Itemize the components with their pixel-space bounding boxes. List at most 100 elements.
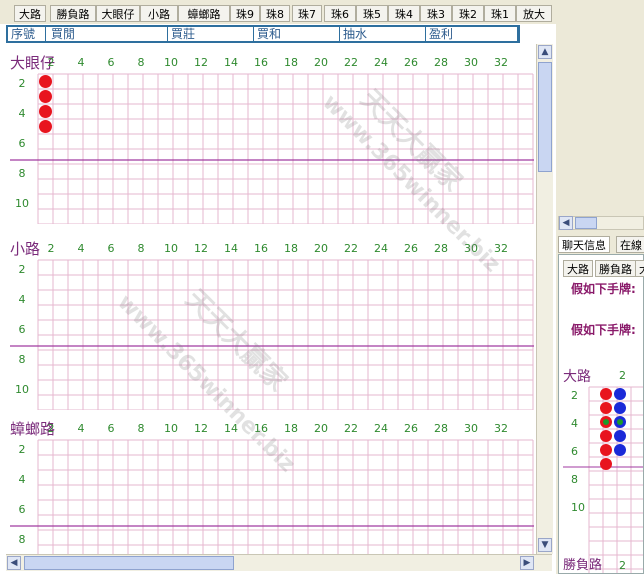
road-tab-8[interactable]: 珠6 xyxy=(324,5,356,22)
road-dot-blue xyxy=(614,430,626,442)
column-number: 18 xyxy=(284,56,298,69)
column-number: 2 xyxy=(48,56,55,69)
road-dot-red xyxy=(600,388,612,400)
column-number: 16 xyxy=(254,56,268,69)
column-number: 10 xyxy=(164,422,178,435)
road-dot-red xyxy=(39,120,52,133)
column-number: 26 xyxy=(404,56,418,69)
road-tab-0[interactable]: 大路 xyxy=(14,5,46,22)
column-number: 12 xyxy=(194,56,208,69)
right-tab-big-road[interactable]: 大路 xyxy=(563,260,593,277)
column-header-0: 序號 xyxy=(8,27,46,41)
road-tab-12[interactable]: 珠2 xyxy=(452,5,484,22)
column-number: 20 xyxy=(314,422,328,435)
row-number: 10 xyxy=(15,197,29,210)
column-number: 30 xyxy=(464,56,478,69)
road-tab-10[interactable]: 珠4 xyxy=(388,5,420,22)
tab-online[interactable]: 在線 xyxy=(616,236,644,253)
column-number: 22 xyxy=(344,242,358,255)
road-tab-9[interactable]: 珠5 xyxy=(356,5,388,22)
scroll-up-icon[interactable]: ▲ xyxy=(538,45,552,59)
row-number: 8 xyxy=(19,167,26,180)
right-hscroll[interactable]: ◀ xyxy=(558,216,644,230)
row-number: 8 xyxy=(19,533,26,546)
road-tab-13[interactable]: 珠1 xyxy=(484,5,516,22)
tie-mark xyxy=(617,419,623,425)
column-number: 12 xyxy=(194,422,208,435)
column-number: 20 xyxy=(314,242,328,255)
column-number: 30 xyxy=(464,422,478,435)
road-tab-bar: 大路 勝負路 大眼仔 小路 蟑螂路 珠9 珠8 珠7 珠6 珠5 珠4 珠3 珠2 珠1 放大 xyxy=(0,0,556,24)
column-number: 24 xyxy=(374,56,388,69)
row-number: 6 xyxy=(19,137,26,150)
row-number: 6 xyxy=(571,445,578,458)
column-number: 8 xyxy=(138,422,145,435)
column-number: 16 xyxy=(254,242,268,255)
column-number: 4 xyxy=(78,242,85,255)
column-number: 32 xyxy=(494,422,508,435)
road-tab-6[interactable]: 珠8 xyxy=(260,5,290,22)
row-number: 2 xyxy=(19,263,26,276)
row-number: 4 xyxy=(19,293,26,306)
column-header-3: 買和 xyxy=(254,27,340,41)
horizontal-scrollbar[interactable]: ◀ ▶ xyxy=(6,554,552,571)
row-number: 6 xyxy=(19,323,26,336)
road-tab-5[interactable]: 珠9 xyxy=(230,5,260,22)
right-bottom-label: 勝負路 xyxy=(563,557,602,573)
road-tab-3[interactable]: 小路 xyxy=(140,5,178,22)
road-tab-14[interactable]: 放大 xyxy=(516,5,552,22)
row-number: 10 xyxy=(571,501,585,514)
column-number: 28 xyxy=(434,242,448,255)
right-tab-win-lose-road[interactable]: 勝負路 xyxy=(595,260,636,277)
tab-chat-info[interactable]: 聊天信息 xyxy=(558,236,610,253)
vertical-scrollbar[interactable]: ▲ ▼ xyxy=(536,44,553,554)
scroll-right-icon[interactable]: ▶ xyxy=(520,556,534,570)
horizontal-scroll-thumb[interactable] xyxy=(24,556,234,570)
scroll-down-icon[interactable]: ▼ xyxy=(538,538,552,552)
road-tab-2[interactable]: 大眼仔 xyxy=(96,5,140,22)
row-number: 2 xyxy=(571,389,578,402)
right-big-road-grid: 大路 2 2 4 6 8 10 勝負路 2 xyxy=(563,369,643,573)
row-number: 8 xyxy=(571,473,578,486)
column-number: 2 xyxy=(619,559,626,572)
column-number: 10 xyxy=(164,242,178,255)
row-number: 4 xyxy=(571,417,578,430)
column-number: 6 xyxy=(108,422,115,435)
column-number: 2 xyxy=(48,242,55,255)
column-number: 10 xyxy=(164,56,178,69)
row-number: 4 xyxy=(19,107,26,120)
right-road-label: 大路 xyxy=(563,369,591,385)
road-dot-blue xyxy=(614,388,626,400)
road-tab-4[interactable]: 蟑螂路 xyxy=(178,5,230,22)
right-side-panel: ◀ 聊天信息 在線 大路 勝負路 大 假如下手牌: 假如下手牌: 大路 2 2 4 6 8… xyxy=(556,0,644,574)
column-header-4: 抽水 xyxy=(340,27,426,41)
right-tab-big-eye[interactable]: 大 xyxy=(635,260,644,277)
right-scroll-thumb[interactable] xyxy=(575,217,597,229)
road-tab-1[interactable]: 勝負路 xyxy=(50,5,96,22)
scroll-left-icon[interactable]: ◀ xyxy=(7,556,21,570)
vertical-scroll-thumb[interactable] xyxy=(538,62,552,172)
road-dot-red xyxy=(600,458,612,470)
road-tab-11[interactable]: 珠3 xyxy=(420,5,452,22)
road-dot-red xyxy=(600,402,612,414)
road-dot-red xyxy=(39,75,52,88)
road-tab-7[interactable]: 珠7 xyxy=(292,5,322,22)
column-number: 18 xyxy=(284,242,298,255)
right-scroll-left-icon[interactable]: ◀ xyxy=(559,216,573,230)
column-number: 12 xyxy=(194,242,208,255)
hint-message-2: 假如下手牌: xyxy=(571,323,636,337)
road-dot-red xyxy=(600,444,612,456)
column-number: 6 xyxy=(108,242,115,255)
column-header-5: 盈利 xyxy=(426,27,518,41)
column-number: 24 xyxy=(374,422,388,435)
column-header-2: 買莊 xyxy=(168,27,254,41)
right-content: 大路 勝負路 大 假如下手牌: 假如下手牌: 大路 2 2 4 6 8 10 勝負路 2 xyxy=(558,254,644,574)
column-number: 22 xyxy=(344,422,358,435)
road-dot-blue xyxy=(614,444,626,456)
tie-mark xyxy=(603,419,609,425)
column-number: 22 xyxy=(344,56,358,69)
road-panel-0: 大眼仔 2 4 6 8 10 12 14 16 18 20 22 24 26 28 30 32 2 4 6 8 10 xyxy=(6,48,536,224)
column-number: 4 xyxy=(78,422,85,435)
column-number: 26 xyxy=(404,422,418,435)
column-number: 28 xyxy=(434,422,448,435)
